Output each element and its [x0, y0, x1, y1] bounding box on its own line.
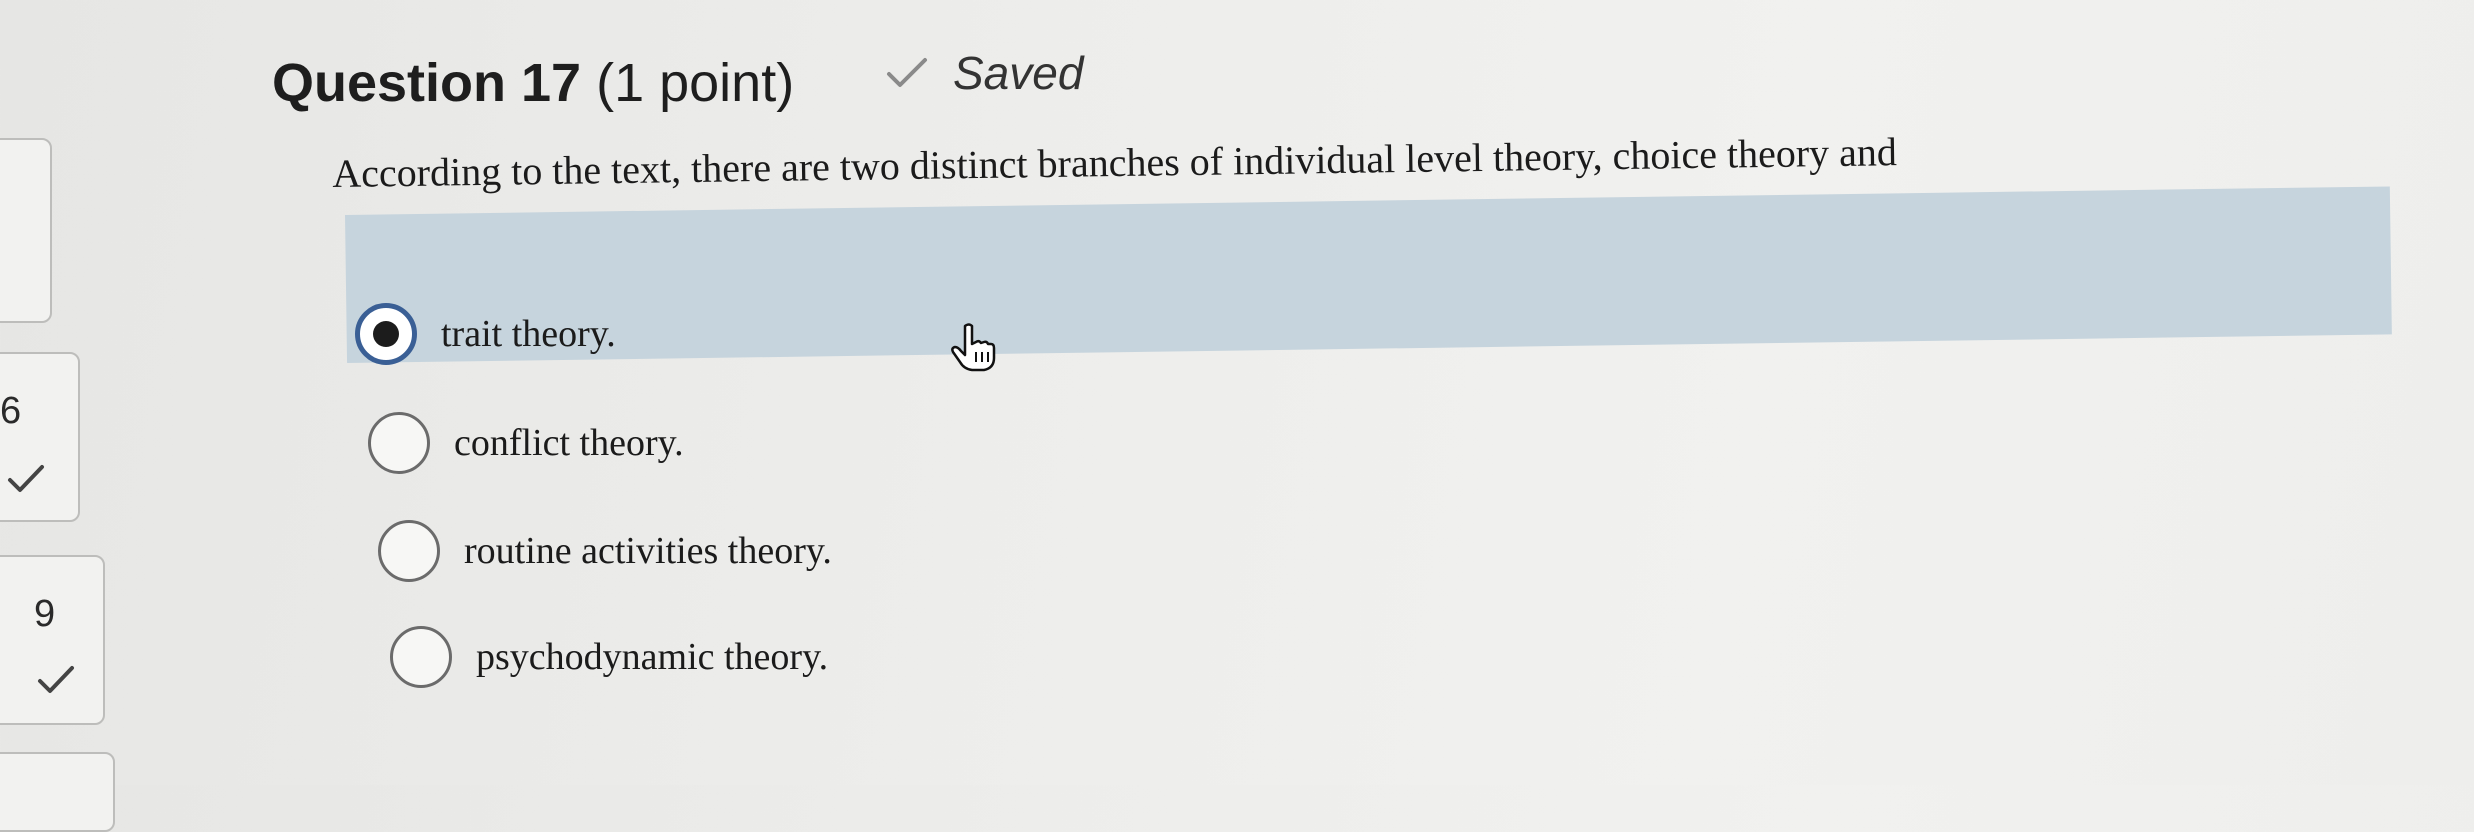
radio-button[interactable]: [390, 626, 452, 688]
checkmark-icon: [38, 666, 74, 693]
radio-button-selected[interactable]: [355, 303, 417, 365]
saved-status-text: Saved: [953, 47, 1084, 99]
question-nav-number: 6: [0, 390, 22, 432]
option-label: psychodynamic theory.: [476, 636, 829, 678]
radio-button[interactable]: [378, 520, 440, 582]
radio-button[interactable]: [368, 412, 430, 474]
question-nav-tile-next[interactable]: [0, 752, 115, 832]
option-label: routine activities theory.: [464, 530, 832, 572]
option-routine-activities-theory[interactable]: routine activities theory.: [378, 520, 832, 582]
saved-status: Saved: [885, 46, 1083, 100]
option-trait-theory[interactable]: trait theory.: [355, 303, 616, 365]
question-nav-tile-prev[interactable]: [0, 138, 52, 323]
option-label: conflict theory.: [454, 422, 684, 464]
option-conflict-theory[interactable]: conflict theory.: [368, 412, 684, 474]
question-nav-number: 9: [34, 593, 56, 635]
question-text: According to the text, there are two dis…: [332, 129, 1898, 196]
question-title: Question 17 (1 point): [272, 52, 794, 114]
checkmark-icon: [887, 58, 927, 87]
checkmark-icon: [8, 465, 44, 492]
option-psychodynamic-theory[interactable]: psychodynamic theory.: [390, 626, 828, 688]
question-number: Question 17: [272, 53, 582, 113]
question-nav-tile-9[interactable]: 9: [0, 555, 105, 725]
option-label: trait theory.: [441, 313, 616, 355]
question-points: (1 point): [596, 53, 795, 113]
hand-pointer-cursor-icon: [951, 323, 996, 372]
question-nav-tile-6[interactable]: 6: [0, 352, 80, 522]
selected-option-highlight: [345, 186, 2392, 363]
